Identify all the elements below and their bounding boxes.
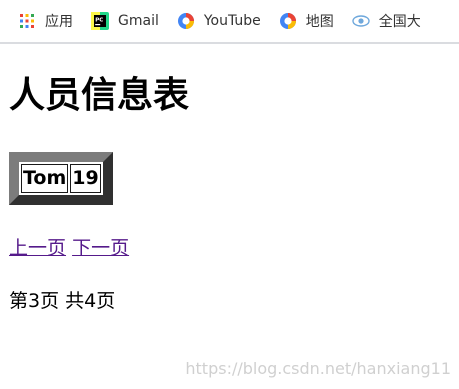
bookmark-apps-label: 应用	[45, 14, 73, 30]
table-row: Tom 19	[21, 164, 101, 193]
eye-icon	[352, 12, 370, 30]
pycharm-icon: PC	[91, 12, 109, 30]
person-age-cell: 19	[70, 164, 101, 193]
bookmark-map[interactable]: 地图	[279, 11, 334, 31]
pager: 上一页 下一页	[9, 233, 129, 260]
bookmarks-bar: 应用 PC Gmail YouTube 地图 全国大	[0, 0, 459, 44]
svg-text:PC: PC	[95, 17, 103, 23]
bookmark-national[interactable]: 全国大	[352, 11, 421, 31]
bookmark-gmail-label: Gmail	[118, 13, 159, 29]
bookmark-apps[interactable]: 应用	[18, 11, 73, 31]
bookmark-map-label: 地图	[305, 14, 334, 30]
bookmark-youtube[interactable]: YouTube	[177, 12, 261, 30]
person-name-cell: Tom	[21, 164, 69, 193]
person-table: Tom 19	[9, 152, 113, 205]
swirl-icon	[177, 12, 195, 30]
swirl-icon	[279, 12, 297, 30]
bookmark-national-label: 全国大	[378, 14, 421, 30]
apps-grid-icon	[18, 12, 36, 30]
next-page-link[interactable]: 下一页	[72, 237, 129, 259]
bookmark-gmail[interactable]: PC Gmail	[91, 12, 159, 30]
prev-page-link[interactable]: 上一页	[9, 237, 66, 259]
page-status: 第3页 共4页	[9, 290, 116, 312]
watermark: https://blog.csdn.net/hanxiang11	[185, 359, 451, 378]
bookmark-youtube-label: YouTube	[203, 13, 261, 29]
page-title: 人员信息表	[9, 75, 190, 116]
